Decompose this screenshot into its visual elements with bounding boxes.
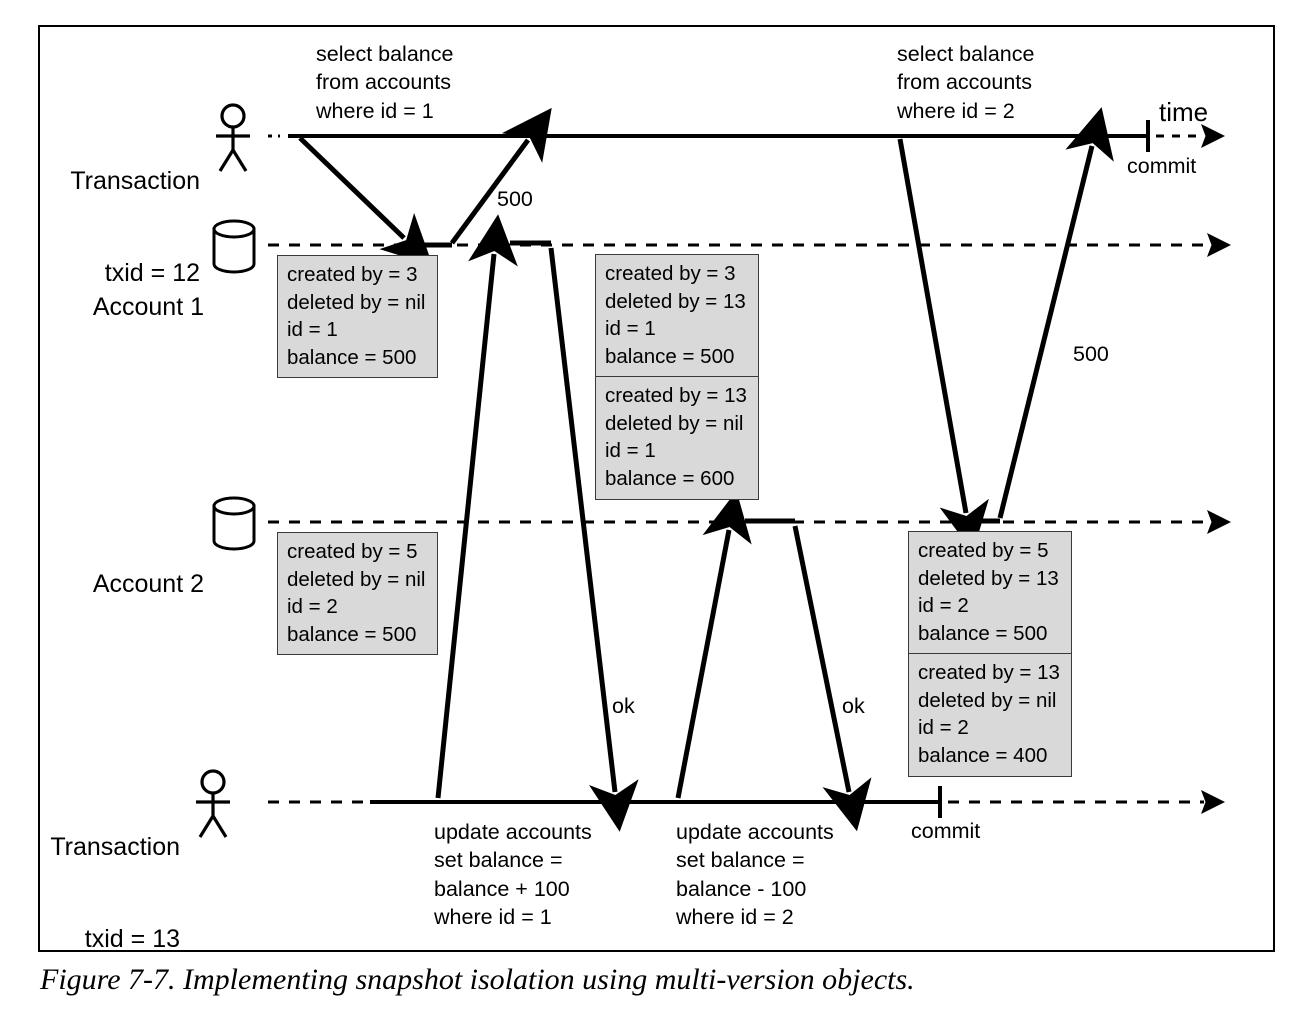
message-label-update-account1: update accounts set balance = balance + … — [434, 820, 592, 930]
commit-label-txn13: commit — [911, 819, 981, 843]
version-field-id: id = 1 — [287, 318, 338, 342]
version-field-deleted-by: deleted by = nil — [287, 567, 426, 591]
reply-label-ok-left: ok — [612, 694, 635, 718]
lifeline-account2 — [268, 510, 1231, 534]
version-segment: created by = 13 deleted by = nil id = 1 … — [596, 376, 758, 498]
version-segment: created by = 13 deleted by = nil id = 2 … — [909, 653, 1071, 775]
figure-caption: Figure 7-7. Implementing snapshot isolat… — [40, 963, 915, 996]
version-field-id: id = 2 — [287, 595, 338, 619]
lifeline-label-account1: Account 1 — [20, 231, 204, 384]
arrow-reply-500-account2 — [997, 107, 1114, 519]
version-field-deleted-by: deleted by = 13 — [605, 289, 746, 313]
version-field-id: id = 1 — [605, 439, 656, 463]
time-axis-label: time — [1159, 97, 1209, 127]
version-field-balance: balance = 400 — [918, 743, 1048, 767]
version-field-id: id = 1 — [605, 317, 656, 341]
lifeline-label-account1-line1: Account 1 — [92, 293, 204, 321]
lifeline-label-txn12-line1: Transaction — [70, 167, 200, 195]
arrow-select-account1 — [298, 136, 433, 266]
version-field-balance: balance = 500 — [287, 345, 417, 369]
version-field-balance: balance = 500 — [605, 344, 735, 368]
lifeline-label-txn13-line1: Transaction — [50, 833, 180, 861]
reply-label-ok-right: ok — [842, 694, 865, 718]
lifeline-txn13 — [268, 786, 1225, 818]
version-field-created-by: created by = 5 — [287, 540, 418, 563]
message-label-select-account2: select balance from accounts where id = … — [897, 42, 1035, 123]
version-field-created-by: created by = 13 — [605, 384, 747, 408]
figure-root: Transaction txid = 12 Account 1 Account … — [0, 0, 1308, 1017]
version-field-balance: balance = 500 — [287, 622, 417, 646]
version-field-deleted-by: deleted by = 13 — [918, 566, 1059, 590]
version-field-id: id = 2 — [918, 716, 969, 740]
version-field-id: id = 2 — [918, 594, 969, 618]
version-segment: created by = 3 deleted by = 13 id = 1 ba… — [596, 255, 758, 376]
version-field-created-by: created by = 13 — [918, 661, 1060, 685]
version-field-created-by: created by = 5 — [918, 539, 1049, 562]
actor-icon — [216, 103, 250, 172]
version-box-acct1-v2-v3: created by = 3 deleted by = 13 id = 1 ba… — [595, 254, 759, 500]
version-field-deleted-by: deleted by = nil — [918, 688, 1057, 712]
version-box-acct1-v1: created by = 3 deleted by = nil id = 1 b… — [277, 255, 438, 379]
arrow-update-account1 — [435, 214, 518, 799]
arrow-update-account2 — [675, 490, 752, 799]
version-segment: created by = 5 deleted by = 13 id = 2 ba… — [909, 532, 1071, 653]
message-label-select-account1: select balance from accounts where id = … — [316, 42, 454, 123]
version-field-balance: balance = 500 — [918, 621, 1048, 645]
version-field-deleted-by: deleted by = nil — [605, 411, 744, 435]
version-field-created-by: created by = 3 — [287, 263, 418, 286]
commit-label-txn12: commit — [1127, 154, 1197, 178]
version-field-created-by: created by = 3 — [605, 262, 736, 285]
lifeline-label-account2: Account 2 — [20, 508, 204, 661]
version-box-acct2-v1: created by = 5 deleted by = nil id = 2 b… — [277, 532, 438, 656]
arrow-ok-account2 — [792, 525, 872, 832]
reply-label-500-left: 500 — [497, 187, 533, 211]
version-field-deleted-by: deleted by = nil — [287, 290, 426, 314]
arrow-select-account2 — [897, 138, 989, 553]
message-label-update-account2: update accounts set balance = balance - … — [676, 820, 834, 930]
lifeline-label-account2-line1: Account 2 — [92, 570, 204, 598]
database-icon — [212, 496, 256, 551]
version-box-acct2-v2-v3: created by = 5 deleted by = 13 id = 2 ba… — [908, 531, 1072, 777]
reply-label-500-right: 500 — [1073, 342, 1109, 366]
actor-icon — [196, 769, 230, 838]
version-field-balance: balance = 600 — [605, 466, 735, 490]
lifeline-label-txn13-line2: txid = 13 — [84, 924, 180, 953]
database-icon — [212, 219, 256, 274]
